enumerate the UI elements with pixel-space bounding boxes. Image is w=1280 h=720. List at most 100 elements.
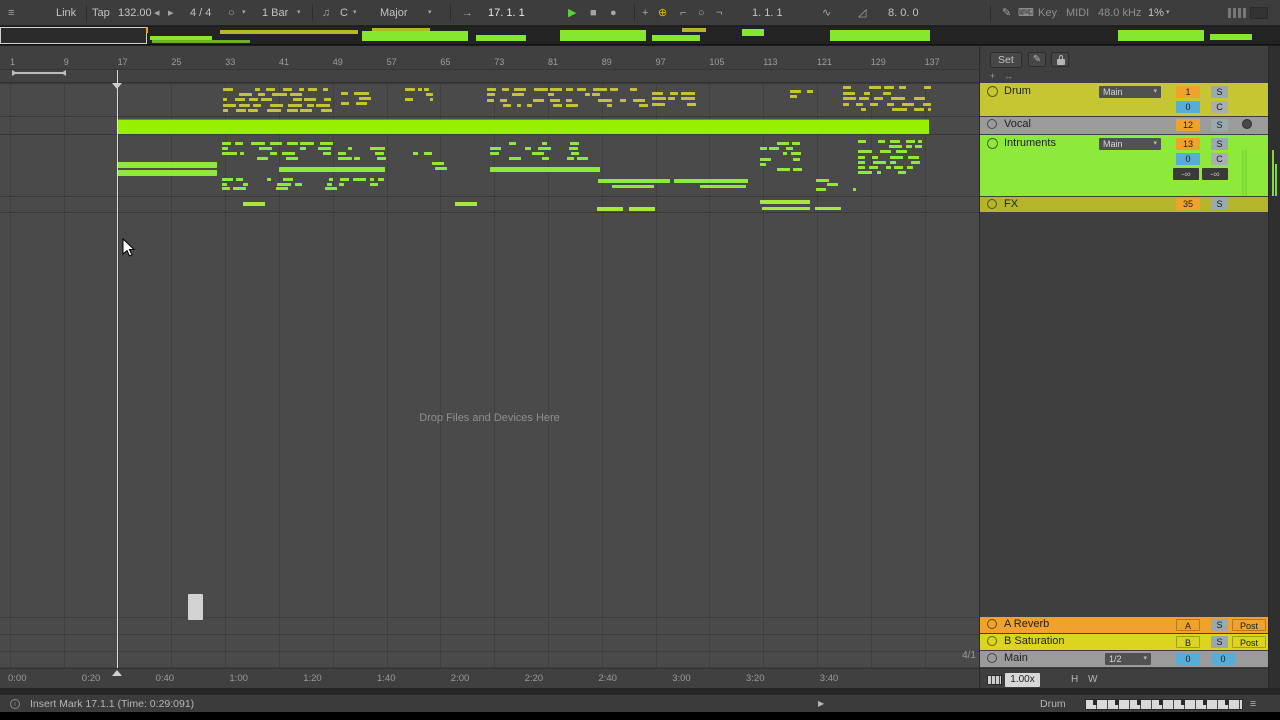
automation-mode-icon[interactable]: ✎	[1028, 52, 1046, 67]
stop-button[interactable]: ■	[590, 0, 597, 26]
crossfade-button[interactable]: C	[1211, 101, 1228, 113]
track-fold-icon[interactable]	[987, 86, 998, 97]
loop-icon[interactable]: ○	[698, 0, 705, 26]
zoom-height-button[interactable]: H	[1071, 674, 1078, 685]
solo-button[interactable]: S	[1211, 619, 1228, 631]
monitor-in-button[interactable]: 0	[1176, 101, 1200, 113]
tap-tempo-button[interactable]: Tap	[92, 0, 110, 26]
midi-clip-notes[interactable]	[0, 83, 979, 668]
loop-start-field[interactable]: 1. 1. 1	[752, 0, 783, 26]
track-fold-icon[interactable]	[987, 619, 997, 629]
overdub-icon[interactable]: ⊕	[658, 0, 667, 26]
nudge-down-icon[interactable]: ◂	[154, 0, 160, 26]
arrangement-position-display[interactable]: 17. 1. 1	[488, 0, 525, 26]
insert-marker-icon[interactable]	[112, 83, 122, 89]
capture-midi-icon[interactable]: +	[642, 0, 648, 26]
track-name[interactable]: Intruments	[1004, 137, 1056, 149]
quantize-menu[interactable]: 1 Bar	[262, 0, 288, 26]
track-name[interactable]: Main	[1004, 652, 1028, 664]
add-marker-icon[interactable]: +	[990, 71, 995, 81]
volume-readout[interactable]: -∞	[1173, 168, 1199, 180]
scale-icon[interactable]: ♫	[322, 0, 330, 26]
draw-mode-icon[interactable]: ✎	[1002, 0, 1011, 26]
key-map-button[interactable]: Key	[1038, 0, 1057, 26]
beat-time-ruler[interactable]: 191725334149576573818997105113121129137	[0, 46, 979, 70]
track-fold-icon[interactable]	[987, 653, 997, 663]
computer-midi-keyboard-icon[interactable]: ⌨	[1018, 0, 1034, 26]
solo-button[interactable]: S	[1211, 119, 1228, 131]
loop-length-field[interactable]: 8. 0. 0	[888, 0, 919, 26]
main-volume[interactable]: 0	[1211, 653, 1235, 665]
pre-post-toggle[interactable]: Post	[1232, 636, 1266, 648]
track-name[interactable]: Vocal	[1004, 118, 1031, 130]
zoom-width-button[interactable]: W	[1088, 674, 1097, 685]
nudge-up-icon[interactable]: ▸	[168, 0, 174, 26]
fold-arrow-icon[interactable]: ▶	[818, 695, 824, 713]
record-button[interactable]: ●	[610, 0, 617, 26]
return-track-header-b-saturation[interactable]: B Saturation B S Post	[980, 634, 1269, 650]
list-icon[interactable]: ≡	[1250, 695, 1256, 713]
time-ruler[interactable]: 0:000:200:401:001:201:402:002:202:403:00…	[0, 668, 979, 688]
insert-marker-highlight[interactable]	[188, 594, 203, 620]
keyboard-icon[interactable]	[987, 675, 1002, 685]
set-button[interactable]: Set	[990, 52, 1022, 68]
solo-button[interactable]: S	[1211, 86, 1228, 98]
scale-mode-dropdown-icon[interactable]: ▾	[428, 0, 432, 26]
scrub-area[interactable]	[0, 70, 979, 83]
punch-out-icon[interactable]: ¬	[716, 0, 722, 26]
lock-envelopes-icon[interactable]	[1051, 52, 1069, 67]
play-button[interactable]: ▶	[568, 0, 576, 26]
follow-icon[interactable]: →	[462, 0, 473, 26]
arm-record-button[interactable]	[1242, 119, 1252, 129]
output-routing-dropdown[interactable]: Main▾	[1099, 138, 1161, 150]
track-header-drum[interactable]: Drum Main▾ 1 S 0 C	[980, 83, 1269, 116]
track-fold-icon[interactable]	[987, 119, 997, 129]
mini-piano-keyboard[interactable]	[1085, 699, 1243, 710]
tempo-field[interactable]: 132.00	[118, 0, 152, 26]
arrangement-overview[interactable]	[0, 27, 1280, 45]
cue-volume[interactable]: 0	[1176, 653, 1200, 665]
track-name[interactable]: A Reverb	[1004, 618, 1049, 630]
track-fold-icon[interactable]	[987, 138, 998, 149]
pan-readout[interactable]: -∞	[1202, 168, 1228, 180]
quantize-dropdown-icon[interactable]: ▾	[297, 0, 301, 26]
fade-icon[interactable]: ◿	[858, 0, 866, 26]
zoom-level[interactable]: 1.00x	[1005, 673, 1040, 687]
time-signature-field[interactable]: 4 / 4	[190, 0, 211, 26]
link-button[interactable]: Link	[56, 0, 76, 26]
wave-icon[interactable]: ∿	[822, 0, 831, 26]
cpu-dropdown-icon[interactable]: ▾	[1166, 0, 1170, 26]
crossfade-button[interactable]: C	[1211, 153, 1228, 165]
arrangement-lanes[interactable]: Drop Files and Devices Here 4/1	[0, 83, 979, 668]
track-header-intruments[interactable]: Intruments Main▾ 13 S 0 C -∞ -∞	[980, 135, 1269, 196]
cpu-load-display[interactable]: 1%	[1148, 0, 1164, 26]
track-fold-icon[interactable]	[987, 199, 997, 209]
metronome-icon[interactable]: ○	[228, 0, 235, 26]
track-name[interactable]: FX	[1004, 198, 1018, 210]
scale-root-dropdown-icon[interactable]: ▾	[353, 0, 357, 26]
main-track-header[interactable]: Main 1/2▾ 0 0	[980, 651, 1269, 667]
metronome-dropdown-icon[interactable]: ▾	[242, 0, 246, 26]
playhead[interactable]	[117, 70, 118, 668]
vertical-scrollbar[interactable]	[1268, 46, 1280, 694]
pre-post-toggle[interactable]: Post	[1232, 619, 1266, 631]
punch-in-icon[interactable]: ⌐	[680, 0, 686, 26]
track-header-fx[interactable]: FX 35 S	[980, 197, 1269, 212]
track-name[interactable]: Drum	[1004, 85, 1031, 97]
track-name[interactable]: B Saturation	[1004, 635, 1065, 647]
scale-mode-field[interactable]: Major	[380, 0, 408, 26]
solo-button[interactable]: S	[1211, 138, 1228, 150]
output-routing-dropdown[interactable]: Main▾	[1099, 86, 1161, 98]
track-header-vocal[interactable]: Vocal 12 S	[980, 117, 1269, 134]
track-fold-icon[interactable]	[987, 636, 997, 646]
scale-root-field[interactable]: C	[340, 0, 348, 26]
expand-tracks-icon[interactable]: ↔	[1004, 71, 1013, 81]
options-icon[interactable]: ≡	[8, 0, 14, 26]
overview-view-box[interactable]	[0, 27, 147, 44]
solo-button[interactable]: S	[1211, 636, 1228, 648]
solo-button[interactable]: S	[1211, 198, 1228, 210]
cue-out-dropdown[interactable]: 1/2▾	[1105, 653, 1151, 665]
monitor-in-button[interactable]: 0	[1176, 153, 1200, 165]
overload-indicator[interactable]	[1250, 7, 1268, 19]
loop-region-marker[interactable]	[12, 72, 66, 74]
